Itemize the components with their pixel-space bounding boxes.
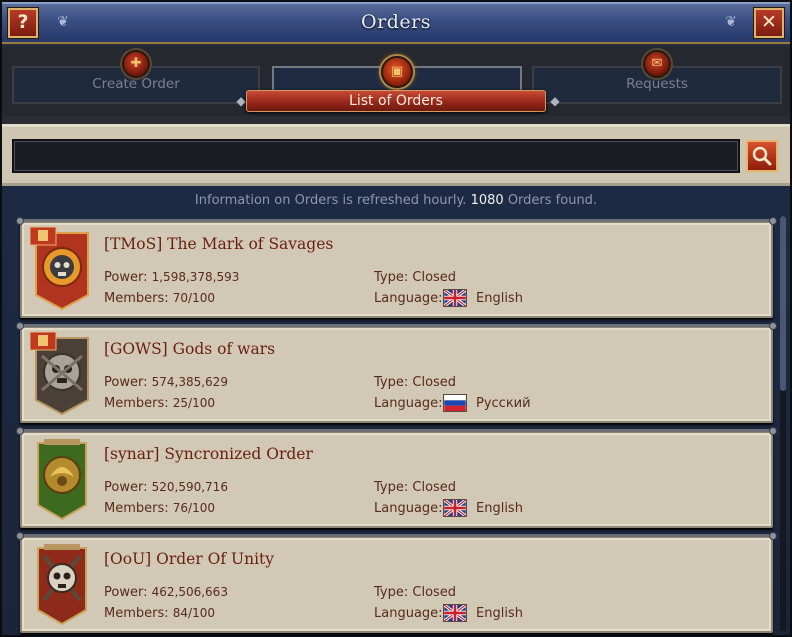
type-label: Type: Closed: [374, 270, 457, 285]
rivet-icon: [769, 427, 777, 435]
uk-flag-icon: [443, 499, 467, 517]
language-label: Language:: [374, 396, 443, 411]
requests-icon: ✉: [643, 50, 671, 78]
power-label: Power: 1,598,378,593: [104, 270, 240, 285]
language-label: Language:: [374, 606, 443, 621]
order-card[interactable]: [TMoS] The Mark of Savages Power: 1,598,…: [16, 217, 777, 318]
rivet-icon: [16, 217, 24, 225]
right-ornament-icon: ❦: [725, 14, 737, 30]
order-card[interactable]: [GOWS] Gods of wars Power: 574,385,629 M…: [16, 322, 777, 423]
rivet-icon: [16, 532, 24, 540]
members-value: 70/100: [172, 291, 215, 305]
type-label: Type: Closed: [374, 585, 457, 600]
tab-requests-label: Requests: [626, 76, 688, 92]
info-prefix: Information on Orders is refreshed hourl…: [194, 193, 467, 208]
power-label: Power: 462,506,663: [104, 585, 228, 600]
type-value: Closed: [412, 270, 457, 285]
orders-count: 1080: [470, 193, 504, 208]
type-value: Closed: [412, 375, 457, 390]
language-value: Русский: [476, 396, 531, 411]
order-crest-dragon-green-icon: [37, 439, 87, 521]
russia-flag-icon: [443, 394, 467, 412]
create-order-icon: ✚: [122, 50, 150, 78]
scrollbar-thumb[interactable]: [780, 216, 786, 391]
type-label: Type: Closed: [374, 375, 457, 390]
members-label: Members: 76/100: [104, 501, 215, 516]
search-input[interactable]: [12, 139, 740, 173]
search-button[interactable]: [746, 140, 778, 172]
language-value: English: [476, 291, 523, 306]
rivet-icon: [16, 322, 24, 330]
uk-flag-icon: [443, 289, 467, 307]
power-value: 574,385,629: [151, 375, 228, 389]
rivet-icon: [16, 427, 24, 435]
search-icon: [752, 146, 772, 166]
order-name: [synar] Syncronized Order: [104, 445, 313, 463]
members-label: Members: 84/100: [104, 606, 215, 621]
uk-flag-icon: [443, 604, 467, 622]
type-label: Type: Closed: [374, 480, 457, 495]
power-value: 462,506,663: [151, 585, 228, 599]
search-bar: [2, 124, 790, 186]
language-value: English: [476, 501, 523, 516]
scrollbar[interactable]: [780, 216, 786, 631]
members-value: 76/100: [172, 501, 215, 515]
language-label: Language:: [374, 501, 443, 516]
members-label: Members: 70/100: [104, 291, 215, 306]
orders-window: ? ❦ Orders ❦ ✕ Create Order Requests ✚ ▣…: [0, 0, 792, 637]
title-bar: ? ❦ Orders ❦ ✕: [2, 2, 790, 44]
members-value: 84/100: [172, 606, 215, 620]
power-value: 1,598,378,593: [151, 270, 240, 284]
orders-list: Information on Orders is refreshed hourl…: [2, 186, 790, 635]
rivet-icon: [769, 532, 777, 540]
tabs-bar: Create Order Requests ✚ ▣ ✉ ◆ List of Or…: [2, 46, 790, 116]
order-name: [OoU] Order Of Unity: [104, 550, 275, 568]
active-tab-ribbon: List of Orders: [246, 90, 546, 112]
info-text: Information on Orders is refreshed hourl…: [2, 193, 790, 208]
rivet-icon: [769, 322, 777, 330]
tab-create-order-label: Create Order: [92, 76, 180, 92]
order-crest-skull-fire-icon: [30, 227, 89, 311]
info-suffix: Orders found.: [507, 193, 598, 208]
members-value: 25/100: [172, 396, 215, 410]
order-name: [TMoS] The Mark of Savages: [104, 235, 334, 253]
power-label: Power: 574,385,629: [104, 375, 228, 390]
language-label: Language:: [374, 291, 443, 306]
type-value: Closed: [412, 585, 457, 600]
list-of-orders-icon: ▣: [381, 56, 413, 88]
order-card[interactable]: [OoU] Order Of Unity Power: 462,506,663 …: [16, 532, 777, 633]
type-value: Closed: [412, 480, 457, 495]
order-card[interactable]: [synar] Syncronized Order Power: 520,590…: [16, 427, 777, 528]
rivet-icon: [769, 217, 777, 225]
order-crest-skull-red-icon: [37, 544, 87, 626]
ribbon-right-ornament-icon: ◆: [550, 94, 560, 108]
language-value: English: [476, 606, 523, 621]
window-title: Orders: [361, 11, 431, 33]
order-crest-skull-grey-icon: [30, 332, 89, 416]
members-label: Members: 25/100: [104, 396, 215, 411]
power-label: Power: 520,590,716: [104, 480, 228, 495]
close-button[interactable]: ✕: [754, 8, 784, 38]
power-value: 520,590,716: [151, 480, 228, 494]
order-name: [GOWS] Gods of wars: [104, 340, 276, 358]
